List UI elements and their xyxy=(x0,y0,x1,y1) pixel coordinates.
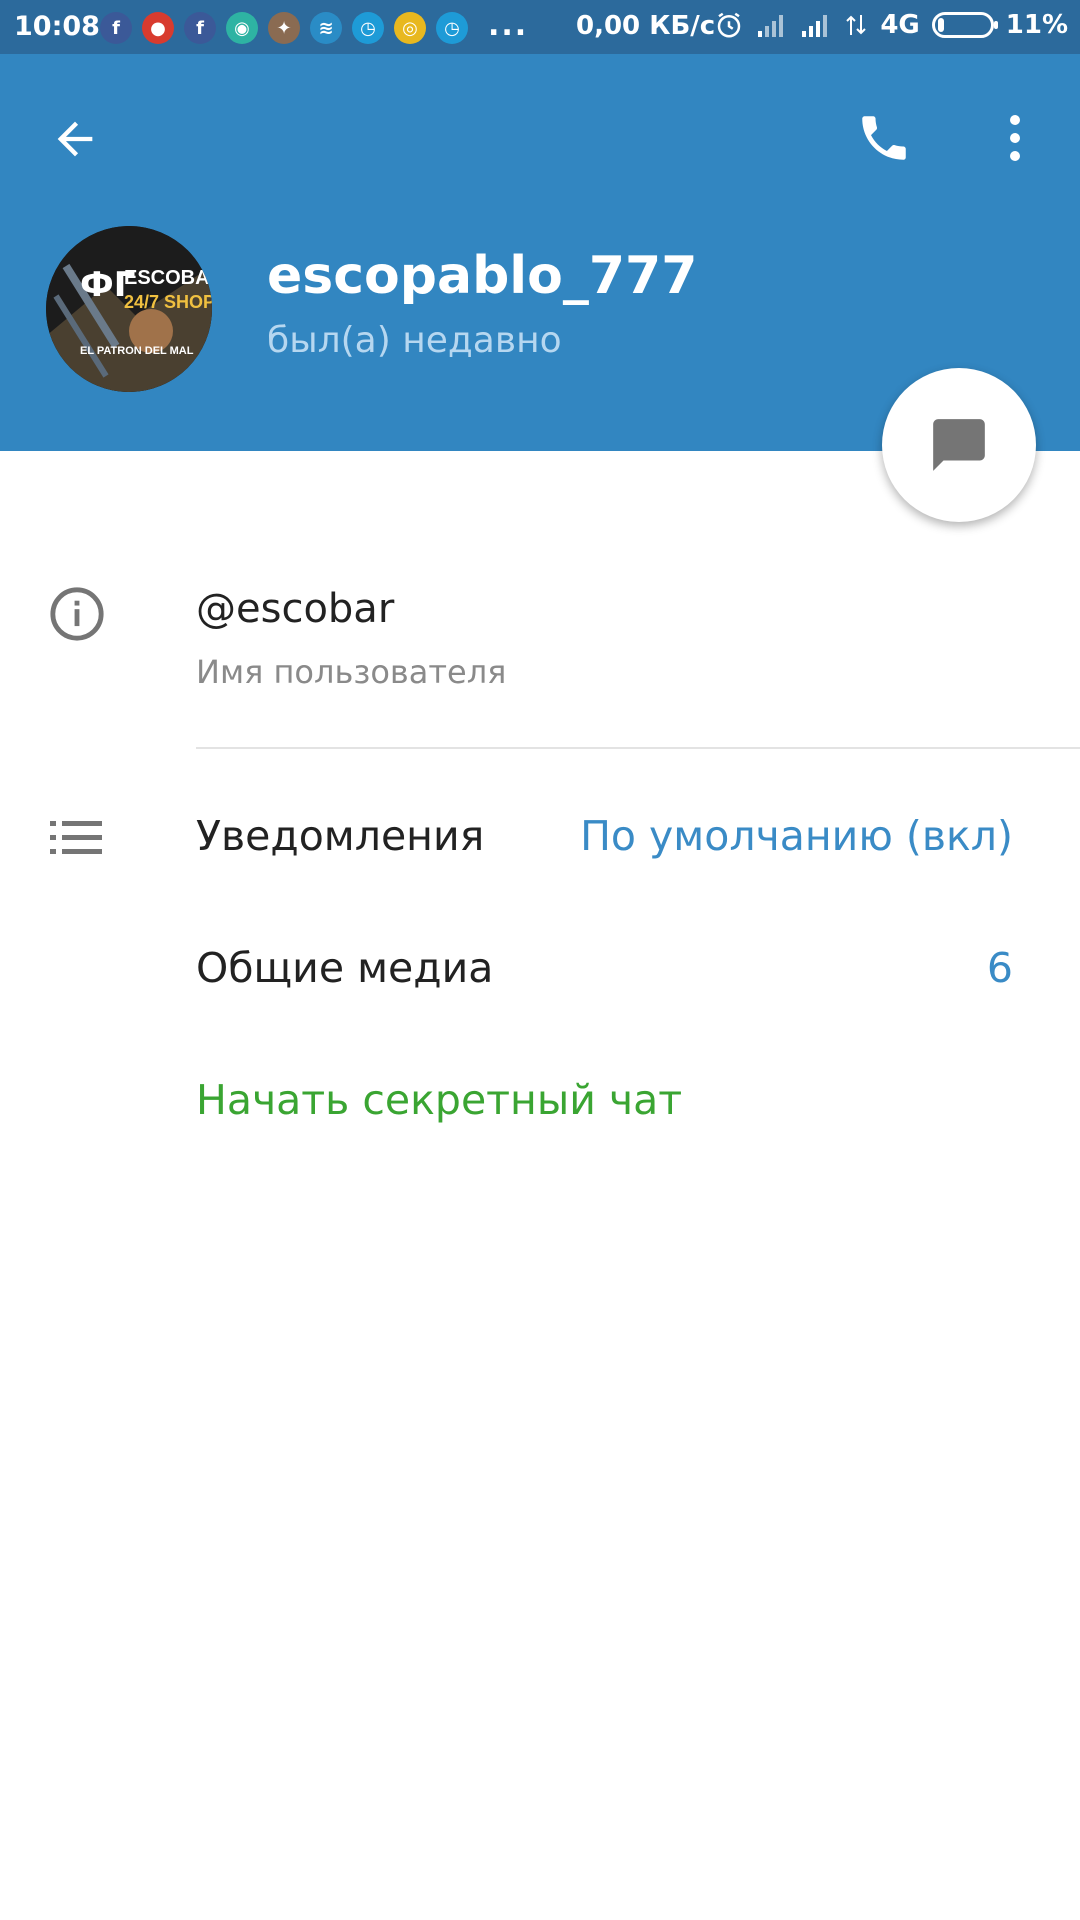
start-secret-chat-row[interactable]: Начать секретный чат xyxy=(0,1042,1080,1162)
call-button[interactable] xyxy=(846,100,922,176)
divider xyxy=(196,747,1080,749)
notification-icons: f ● f ◉ ✦ ≋ ◷ ◎ ◷ xyxy=(100,12,468,44)
info-icon xyxy=(50,587,104,641)
start-secret-chat-label: Начать секретный чат xyxy=(196,1076,683,1124)
notifications-label: Уведомления xyxy=(196,812,485,860)
message-fab-button[interactable] xyxy=(882,368,1036,522)
shared-media-count: 6 xyxy=(986,944,1013,992)
list-icon xyxy=(50,821,102,854)
avatar-text-line3: EL PATRON DEL MAL xyxy=(80,345,194,357)
status-time: 10:08 xyxy=(14,11,100,42)
battery-icon xyxy=(931,12,998,38)
signal-icon xyxy=(802,15,828,37)
app-icon: ◉ xyxy=(226,12,258,44)
status-right: 4G 11% xyxy=(714,10,1068,40)
notifications-row[interactable]: Уведомления По умолчанию (вкл) xyxy=(0,778,1080,898)
phone-icon xyxy=(862,116,906,160)
avatar-image: ФΓ ESCOBAR 24/7 SHOP EL PATRON DEL MAL xyxy=(46,226,212,392)
cat-icon: ✦ xyxy=(268,12,300,44)
data-transfer-icon xyxy=(846,15,867,35)
avatar[interactable]: ФΓ ESCOBAR 24/7 SHOP EL PATRON DEL MAL xyxy=(46,226,212,392)
chrome-red-icon: ● xyxy=(142,12,174,44)
wifi-icon: ≋ xyxy=(310,12,342,44)
facebook-icon: f xyxy=(100,12,132,44)
clock-icon: ◷ xyxy=(352,12,384,44)
shared-media-row[interactable]: Общие медиа 6 xyxy=(0,910,1080,1030)
username-label: Имя пользователя xyxy=(196,653,507,691)
more-options-button[interactable] xyxy=(985,100,1045,176)
back-button[interactable] xyxy=(40,104,110,174)
avatar-text-line2: 24/7 SHOP xyxy=(124,292,212,312)
username-handle[interactable]: @escobar xyxy=(196,586,394,632)
arrow-back-icon xyxy=(57,121,93,157)
avatar-text-line1: ESCOBAR xyxy=(124,267,212,289)
network-type: 4G xyxy=(880,10,920,40)
notifications-value: По умолчанию (вкл) xyxy=(580,812,1013,860)
signal-icon xyxy=(758,15,784,37)
more-vert-icon xyxy=(1010,115,1020,161)
network-speed: 0,00 КБ/с xyxy=(576,11,716,41)
shared-media-label: Общие медиа xyxy=(196,944,494,992)
status-bar: 10:08 f ● f ◉ ✦ ≋ ◷ ◎ ◷ ... 0,00 КБ/с 4G… xyxy=(0,0,1080,54)
alarm-icon xyxy=(718,12,741,38)
chrome-icon: ◎ xyxy=(394,12,426,44)
message-icon xyxy=(933,419,985,471)
clock-icon: ◷ xyxy=(436,12,468,44)
battery-percent: 11% xyxy=(1005,10,1068,40)
more-notifications-icon: ... xyxy=(488,8,529,43)
profile-username: escopablo_777 xyxy=(267,246,698,306)
last-seen-status: был(а) недавно xyxy=(267,320,562,361)
facebook-icon: f xyxy=(184,12,216,44)
